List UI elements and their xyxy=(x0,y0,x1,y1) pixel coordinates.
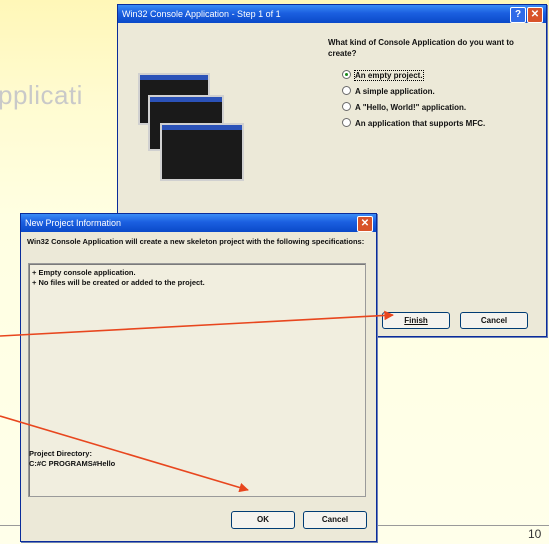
wizard-title: Win32 Console Application - Step 1 of 1 xyxy=(122,9,281,19)
help-icon[interactable]: ? xyxy=(510,7,526,23)
close-icon[interactable]: ✕ xyxy=(527,7,543,23)
page-number: 10 xyxy=(528,527,542,541)
wizard-cancel-button[interactable]: Cancel xyxy=(460,312,528,329)
project-description: Win32 Console Application will create a … xyxy=(27,237,365,246)
info-cancel-button[interactable]: Cancel xyxy=(303,511,367,529)
radio-icon[interactable] xyxy=(342,102,351,112)
console-window-illustration xyxy=(138,73,248,183)
project-directory-path: C:#C PROGRAMS#Hello xyxy=(29,459,116,468)
new-project-information-dialog: New Project Information ✕ Win32 Console … xyxy=(20,213,377,542)
info-titlebar[interactable]: New Project Information ✕ xyxy=(21,214,376,232)
radio-icon[interactable] xyxy=(342,86,351,96)
option-hello-world[interactable]: A "Hello, World!" application. xyxy=(342,102,466,112)
option-mfc-support[interactable]: An application that supports MFC. xyxy=(342,118,485,128)
option-simple-application[interactable]: A simple application. xyxy=(342,86,435,96)
info-title: New Project Information xyxy=(25,218,122,228)
wizard-titlebar[interactable]: Win32 Console Application - Step 1 of 1 … xyxy=(118,5,546,23)
project-directory-label: Project Directory: xyxy=(29,449,92,458)
spec-line: + Empty console application. xyxy=(32,268,136,277)
close-icon[interactable]: ✕ xyxy=(357,216,373,232)
wizard-question: What kind of Console Application do you … xyxy=(328,38,514,58)
radio-icon[interactable] xyxy=(342,118,351,128)
option-empty-project[interactable]: An empty project. xyxy=(342,70,424,81)
radio-selected-icon[interactable] xyxy=(342,70,351,80)
spec-line: + No files will be created or added to t… xyxy=(32,278,205,287)
ok-button[interactable]: OK xyxy=(231,511,295,529)
slide-title-fragment: pplicati xyxy=(0,80,83,110)
finish-button[interactable]: Finish xyxy=(382,312,450,329)
